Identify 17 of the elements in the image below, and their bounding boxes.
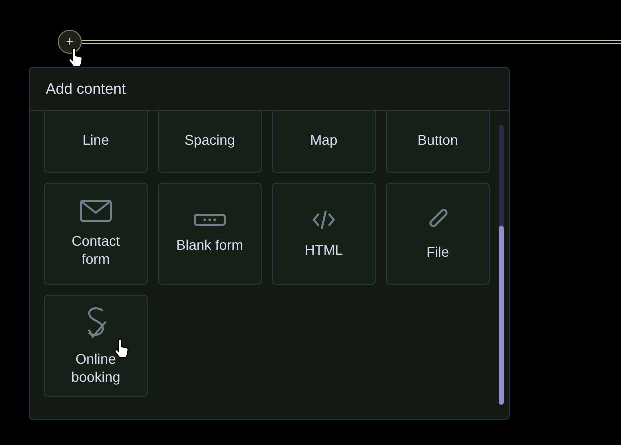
content-tile[interactable]: Spacing [158, 111, 262, 173]
scrollbar[interactable] [499, 125, 504, 405]
envelope-icon [80, 200, 112, 222]
content-tile[interactable]: Online booking [44, 295, 148, 397]
pointer-hand-icon [68, 48, 84, 68]
add-section-button[interactable]: + [58, 30, 82, 54]
content-tile[interactable]: Line [44, 111, 148, 173]
input-field-icon [194, 214, 226, 226]
content-tile[interactable]: Map [272, 111, 376, 173]
code-icon [312, 209, 336, 231]
content-tile[interactable]: HTML [272, 183, 376, 285]
content-tile[interactable]: Button [386, 111, 490, 173]
panel-title: Add content [46, 80, 126, 98]
pointer-hand-icon [114, 339, 130, 359]
content-tile[interactable]: Contact form [44, 183, 148, 285]
content-tile[interactable]: Blank form [158, 183, 262, 285]
content-tile[interactable]: File [386, 183, 490, 285]
